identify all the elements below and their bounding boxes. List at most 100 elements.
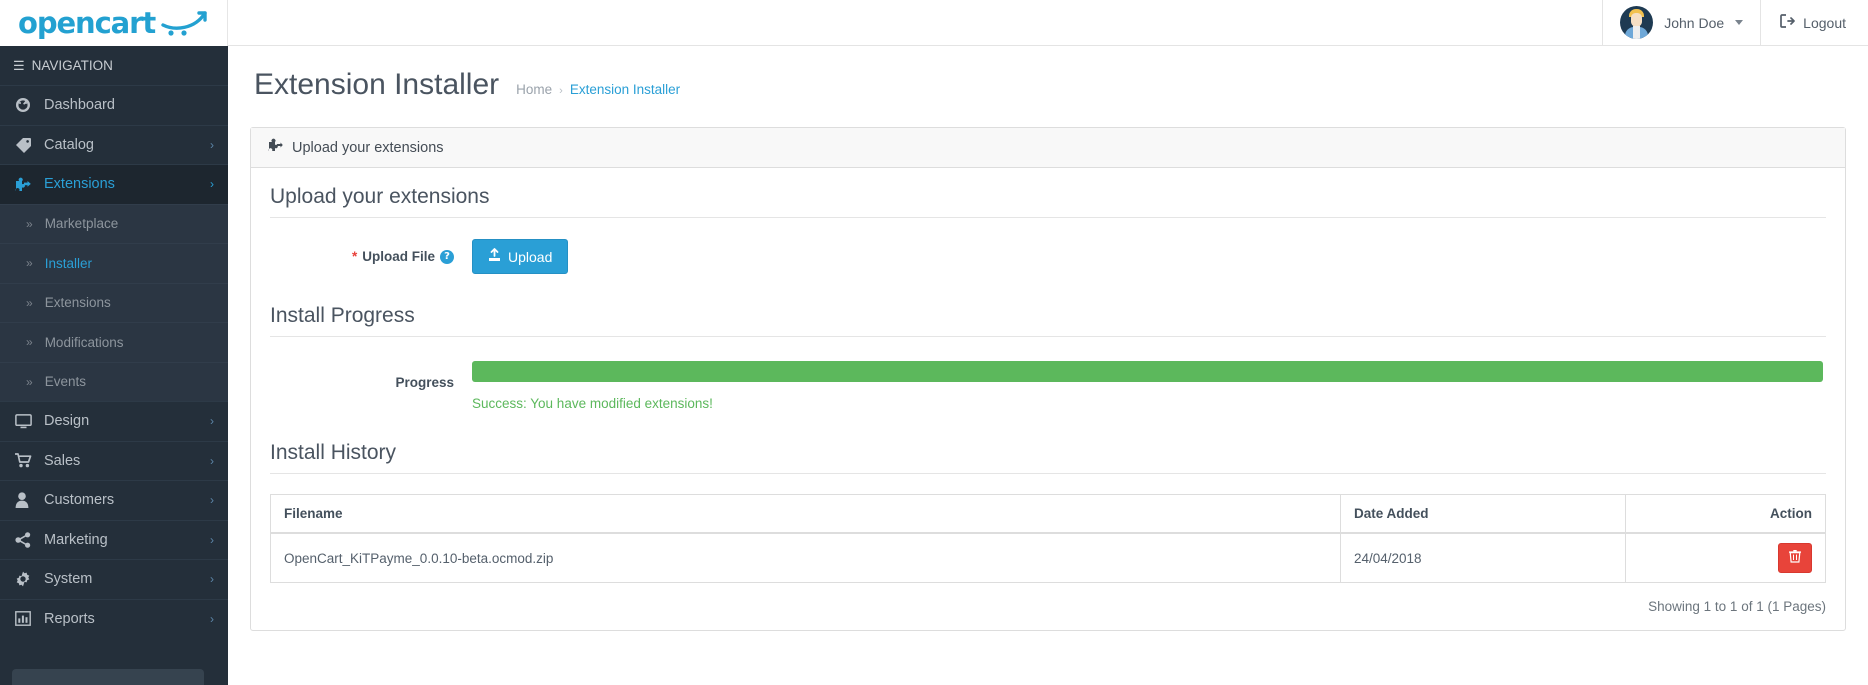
upload-file-row: * Upload File ? Upload: [270, 239, 1826, 274]
sidebar-subitem-label: Extensions: [44, 295, 111, 311]
sidebar-item-label: Sales: [44, 452, 81, 469]
sidebar-item-dashboard[interactable]: Dashboard: [0, 85, 228, 125]
user-name-label: John Doe: [1664, 14, 1725, 31]
user-menu[interactable]: John Doe: [1602, 0, 1760, 45]
tag-icon: [15, 137, 39, 153]
sidebar-scrollbar[interactable]: [12, 669, 204, 685]
table-row: OpenCart_KiTPayme_0.0.10-beta.ocmod.zip 2…: [270, 532, 1826, 583]
user-icon: [15, 492, 39, 509]
chevron-right-icon: ›: [210, 532, 214, 547]
chevron-right-icon: ›: [210, 572, 214, 587]
chevron-right-icon: ›: [210, 177, 214, 192]
table-head: Filename Date Added Action: [270, 494, 1826, 534]
sidebar-item-design[interactable]: Design ›: [0, 401, 228, 441]
question-circle-icon[interactable]: ?: [440, 249, 454, 264]
sidebar-item-label: Reports: [44, 610, 95, 627]
upload-file-label: * Upload File ?: [270, 249, 472, 264]
trash-icon: [1789, 550, 1801, 566]
sidebar-item-reports[interactable]: Reports ›: [0, 598, 228, 638]
sidebar-subitem-modifications[interactable]: » Modifications: [0, 322, 228, 362]
cell-filename: OpenCart_KiTPayme_0.0.10-beta.ocmod.zip: [270, 532, 1341, 583]
sidebar-item-system[interactable]: System ›: [0, 559, 228, 599]
main-content: Extension Installer Home › Extension Insta…: [228, 46, 1868, 685]
monitor-icon: [15, 413, 39, 429]
required-marker: *: [351, 249, 358, 264]
upload-file-label-text: Upload File: [362, 249, 435, 264]
app-root: opencart ☰ NAVIGATION Dashboard Catalog › E…: [0, 0, 1868, 685]
top-header-bar: John Doe Logout: [228, 0, 1868, 46]
brand-logo[interactable]: opencart: [0, 0, 228, 46]
breadcrumb-link-home[interactable]: Home: [516, 82, 552, 97]
breadcrumb: Home › Extension Installer: [516, 82, 680, 97]
dashboard-icon: [15, 97, 39, 113]
bar-chart-icon: [15, 611, 39, 627]
upload-button-label: Upload: [508, 248, 553, 265]
sidebar-item-label: Catalog: [44, 136, 94, 153]
double-chevron-right-icon: »: [26, 374, 33, 389]
progress-bar-track: [472, 361, 1823, 382]
success-message: Success: You have modified extensions!: [472, 396, 713, 411]
double-chevron-right-icon: »: [26, 335, 33, 350]
sidebar-subitem-extensions[interactable]: » Extensions: [0, 282, 228, 322]
double-chevron-right-icon: »: [26, 295, 33, 310]
breadcrumb-link-extension-installer[interactable]: Extension Installer: [570, 82, 680, 97]
table-body: OpenCart_KiTPayme_0.0.10-beta.ocmod.zip 2…: [270, 532, 1826, 583]
cell-date-added: 24/04/2018: [1340, 532, 1626, 583]
chevron-right-icon: ›: [210, 453, 214, 468]
install-progress-row: Progress Success: You have modified exte…: [270, 361, 1826, 411]
sidebar-item-customers[interactable]: Customers ›: [0, 480, 228, 520]
sidebar-item-extensions[interactable]: Extensions ›: [0, 164, 228, 204]
install-history-table: Filename Date Added Action OpenCart_KiTP…: [270, 494, 1826, 583]
column-header-date-added: Date Added: [1340, 494, 1626, 534]
cell-action: [1625, 532, 1826, 583]
share-icon: [15, 531, 39, 548]
chevron-right-icon: ›: [210, 611, 214, 626]
sidebar-subitem-label: Installer: [44, 255, 92, 271]
sidebar-item-label: Extensions: [44, 176, 115, 193]
sidebar-item-label: Design: [44, 413, 90, 430]
page-title: Extension Installer: [254, 68, 500, 101]
breadcrumb-separator: ›: [559, 85, 563, 97]
upload-section-legend: Upload your extensions: [270, 185, 1826, 218]
logout-button[interactable]: Logout: [1760, 0, 1868, 45]
sidebar-item-marketing[interactable]: Marketing ›: [0, 519, 228, 559]
sidebar-item-catalog[interactable]: Catalog ›: [0, 124, 228, 164]
puzzle-icon: [268, 138, 283, 157]
panel-body: Upload your extensions * Upload File ? U…: [251, 168, 1845, 630]
table-header-row: Filename Date Added Action: [270, 494, 1826, 534]
progress-area: Success: You have modified extensions!: [472, 361, 1826, 411]
page-header: Extension Installer Home › Extension Insta…: [228, 46, 1868, 102]
sidebar-item-label: Marketing: [44, 531, 108, 548]
sidebar-subitem-label: Marketplace: [44, 216, 119, 232]
panel-header: Upload your extensions: [251, 128, 1845, 168]
pagination-results: Showing 1 to 1 of 1 (1 Pages): [1648, 599, 1826, 614]
upload-button[interactable]: Upload: [472, 239, 569, 274]
chevron-right-icon: ›: [210, 493, 214, 508]
sidebar-item-sales[interactable]: Sales ›: [0, 440, 228, 480]
navigation-header-label: NAVIGATION: [31, 58, 113, 73]
column-header-action: Action: [1625, 494, 1826, 534]
double-chevron-right-icon: »: [26, 256, 33, 271]
double-chevron-right-icon: »: [26, 216, 33, 231]
sidebar-subitem-label: Events: [44, 374, 86, 390]
sidebar-item-label: System: [44, 571, 93, 588]
sidebar-menu: Dashboard Catalog › Extensions › » Marketplace…: [0, 85, 228, 638]
puzzle-icon: [15, 176, 39, 192]
hamburger-icon: ☰: [13, 57, 25, 73]
sidebar-subitem-events[interactable]: » Events: [0, 361, 228, 401]
navigation-header: ☰ NAVIGATION: [0, 46, 228, 85]
sidebar-item-label: Customers: [44, 492, 115, 509]
install-history-title: Install History: [270, 441, 1826, 474]
logout-icon: [1780, 14, 1796, 31]
upload-panel: Upload your extensions Upload your exten…: [250, 127, 1846, 631]
install-progress-title: Install Progress: [270, 304, 1826, 337]
sidebar-subitem-marketplace[interactable]: » Marketplace: [0, 203, 228, 243]
sidebar-subitem-label: Modifications: [44, 334, 124, 350]
sidebar-item-label: Dashboard: [44, 97, 115, 114]
chevron-right-icon: ›: [210, 137, 214, 152]
cart-icon: [15, 453, 39, 468]
chevron-right-icon: ›: [210, 414, 214, 429]
delete-button[interactable]: [1778, 543, 1812, 573]
sidebar-subitem-installer[interactable]: » Installer: [0, 243, 228, 283]
gear-icon: [15, 571, 39, 587]
